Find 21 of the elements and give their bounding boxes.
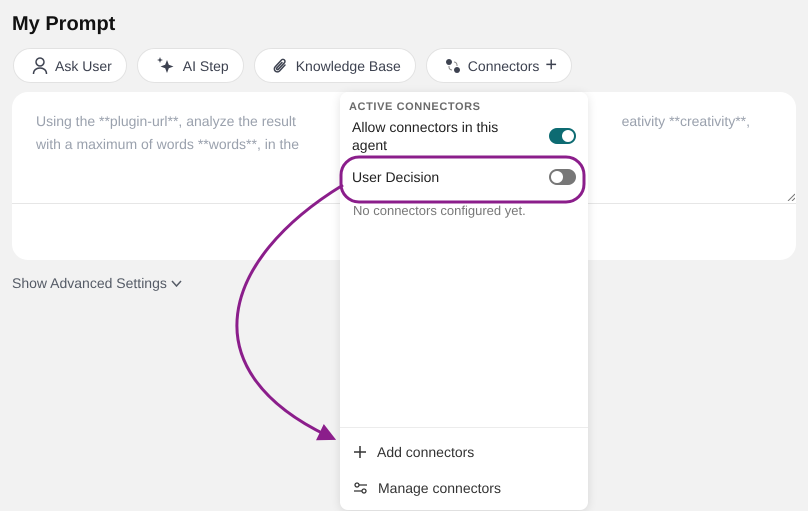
toggle-switch[interactable] [549, 169, 576, 185]
toolbar-button[interactable]: Connectors + [426, 48, 572, 83]
empty-message: No connectors configured yet. [352, 202, 527, 220]
toolbar-button[interactable]: AI Step [136, 48, 244, 83]
toolbar-button[interactable]: Knowledge Base [254, 48, 416, 83]
toolbar-button[interactable]: Ask User [13, 48, 127, 83]
page-title: My Prompt [12, 12, 116, 36]
toggle-label: User Decision [352, 168, 440, 186]
toggle-label: Allow connectors in this agent [352, 118, 500, 154]
resize-grip-icon[interactable] [787, 193, 795, 201]
user-icon [32, 56, 48, 74]
plus-icon [354, 446, 366, 458]
connectors-icon [444, 58, 461, 74]
advanced-settings-toggle[interactable]: Show Advanced Settings [12, 275, 182, 291]
menu-item[interactable]: Add connectors [340, 434, 588, 470]
sparkle-icon [156, 56, 176, 74]
chevron-icon [170, 280, 182, 286]
menu-heading: ACTIVE CONNECTORS [348, 100, 482, 115]
sliders-icon [354, 482, 367, 494]
toggle-switch[interactable] [549, 128, 576, 144]
menu-item[interactable]: Manage connectors [340, 470, 588, 506]
